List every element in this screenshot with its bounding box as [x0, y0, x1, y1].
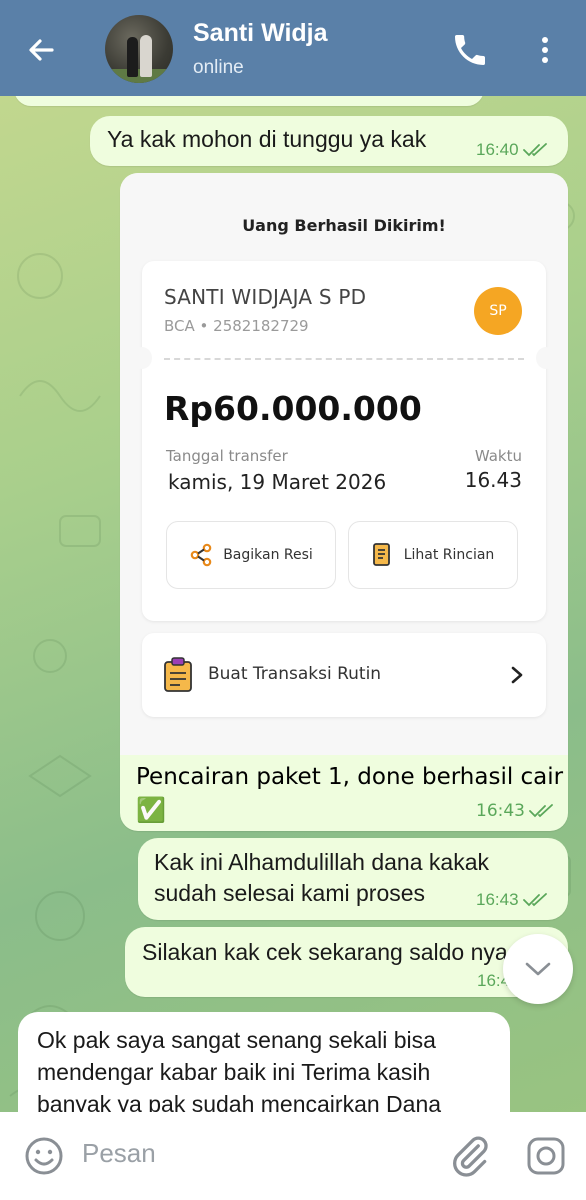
phone-icon — [455, 35, 485, 65]
contact-avatar[interactable] — [105, 15, 173, 83]
message-text: Ok pak saya sangat senang sekali bisa me… — [37, 1027, 442, 1112]
chat-header: Santi Widja online — [0, 0, 586, 96]
smiley-icon — [25, 1137, 63, 1175]
message-text: Pencairan paket 1, done berhasil cair — [136, 764, 564, 790]
share-receipt-button: Bagikan Resi — [166, 521, 336, 589]
share-icon — [190, 543, 212, 567]
message-meta: 16:43 — [476, 890, 549, 910]
more-options-button[interactable] — [530, 30, 560, 70]
dashed-divider — [164, 358, 524, 360]
camera-button[interactable] — [524, 1134, 568, 1178]
contact-name[interactable]: Santi Widja — [193, 19, 328, 48]
chevron-down-icon — [525, 962, 551, 976]
message-bubble[interactable]: Silakan kak cek sekarang saldo nya 16:43 — [125, 927, 568, 997]
emoji-button[interactable] — [22, 1134, 66, 1178]
double-check-icon — [522, 143, 547, 157]
message-meta: 16:43 — [476, 801, 555, 821]
message-time: 16:40 — [476, 140, 519, 159]
incoming-message-bubble[interactable]: Ok pak saya sangat senang sekali bisa me… — [18, 1012, 510, 1112]
message-bubble[interactable]: Ya kak mohon di tunggu ya kak 16:40 — [90, 116, 568, 166]
clipboard-icon — [164, 657, 192, 692]
transfer-receipt-image[interactable]: Uang Berhasil Dikirim! SANTI WIDJAJA S P… — [120, 173, 568, 755]
recipient-avatar: SP — [474, 287, 522, 335]
transfer-amount: Rp60.000.000 — [164, 389, 422, 428]
view-details-button: Lihat Rincian — [348, 521, 518, 589]
message-bubble-partial[interactable] — [14, 96, 484, 106]
date-label: Tanggal transfer — [166, 447, 288, 465]
message-time: 16:43 — [476, 801, 525, 821]
message-text: Silakan kak cek sekarang saldo nya — [142, 939, 508, 965]
message-time: 16:43 — [476, 890, 519, 909]
message-input[interactable]: Pesan — [82, 1138, 156, 1169]
arrow-left-icon — [29, 39, 54, 61]
more-vertical-icon — [542, 37, 548, 63]
receipt-title: Uang Berhasil Dikirim! — [242, 216, 446, 235]
time-label: Waktu — [474, 447, 522, 465]
chevron-right-icon — [511, 666, 523, 684]
message-text: Ya kak mohon di tunggu ya kak — [107, 126, 427, 152]
check-emoji: ✅ — [136, 796, 166, 824]
call-button[interactable] — [450, 30, 490, 70]
back-button[interactable] — [22, 30, 62, 70]
paperclip-icon — [453, 1136, 488, 1177]
recipient-account: BCA • 2582182729 — [164, 317, 309, 335]
scroll-down-button[interactable] — [503, 934, 573, 1004]
recipient-name: SANTI WIDJAJA S PD — [164, 285, 367, 309]
transfer-time: 16.43 — [464, 468, 522, 492]
transfer-date: kamis, 19 Maret 2026 — [168, 470, 387, 494]
double-check-icon — [529, 804, 553, 818]
message-bubble[interactable]: Kak ini Alhamdulillah dana kakak sudah s… — [138, 838, 568, 920]
view-details-label: Lihat Rincian — [403, 547, 495, 563]
double-check-icon — [522, 893, 547, 907]
receipt-icon — [372, 543, 390, 566]
message-text: Kak ini Alhamdulillah dana kakak sudah s… — [154, 849, 489, 906]
message-input-bar: Pesan — [0, 1112, 586, 1200]
message-meta: 16:40 — [476, 140, 549, 160]
routine-transaction-row: Buat Transaksi Rutin — [142, 633, 546, 717]
share-receipt-label: Bagikan Resi — [223, 547, 313, 563]
chat-area[interactable]: Ya kak mohon di tunggu ya kak 16:40 Uang… — [0, 96, 586, 1112]
receipt-card: SANTI WIDJAJA S PD BCA • 2582182729 SP R… — [132, 261, 556, 621]
contact-status: online — [193, 57, 244, 78]
routine-transaction-label: Buat Transaksi Rutin — [208, 664, 382, 684]
attach-button[interactable] — [448, 1134, 492, 1178]
camera-icon — [527, 1137, 565, 1175]
